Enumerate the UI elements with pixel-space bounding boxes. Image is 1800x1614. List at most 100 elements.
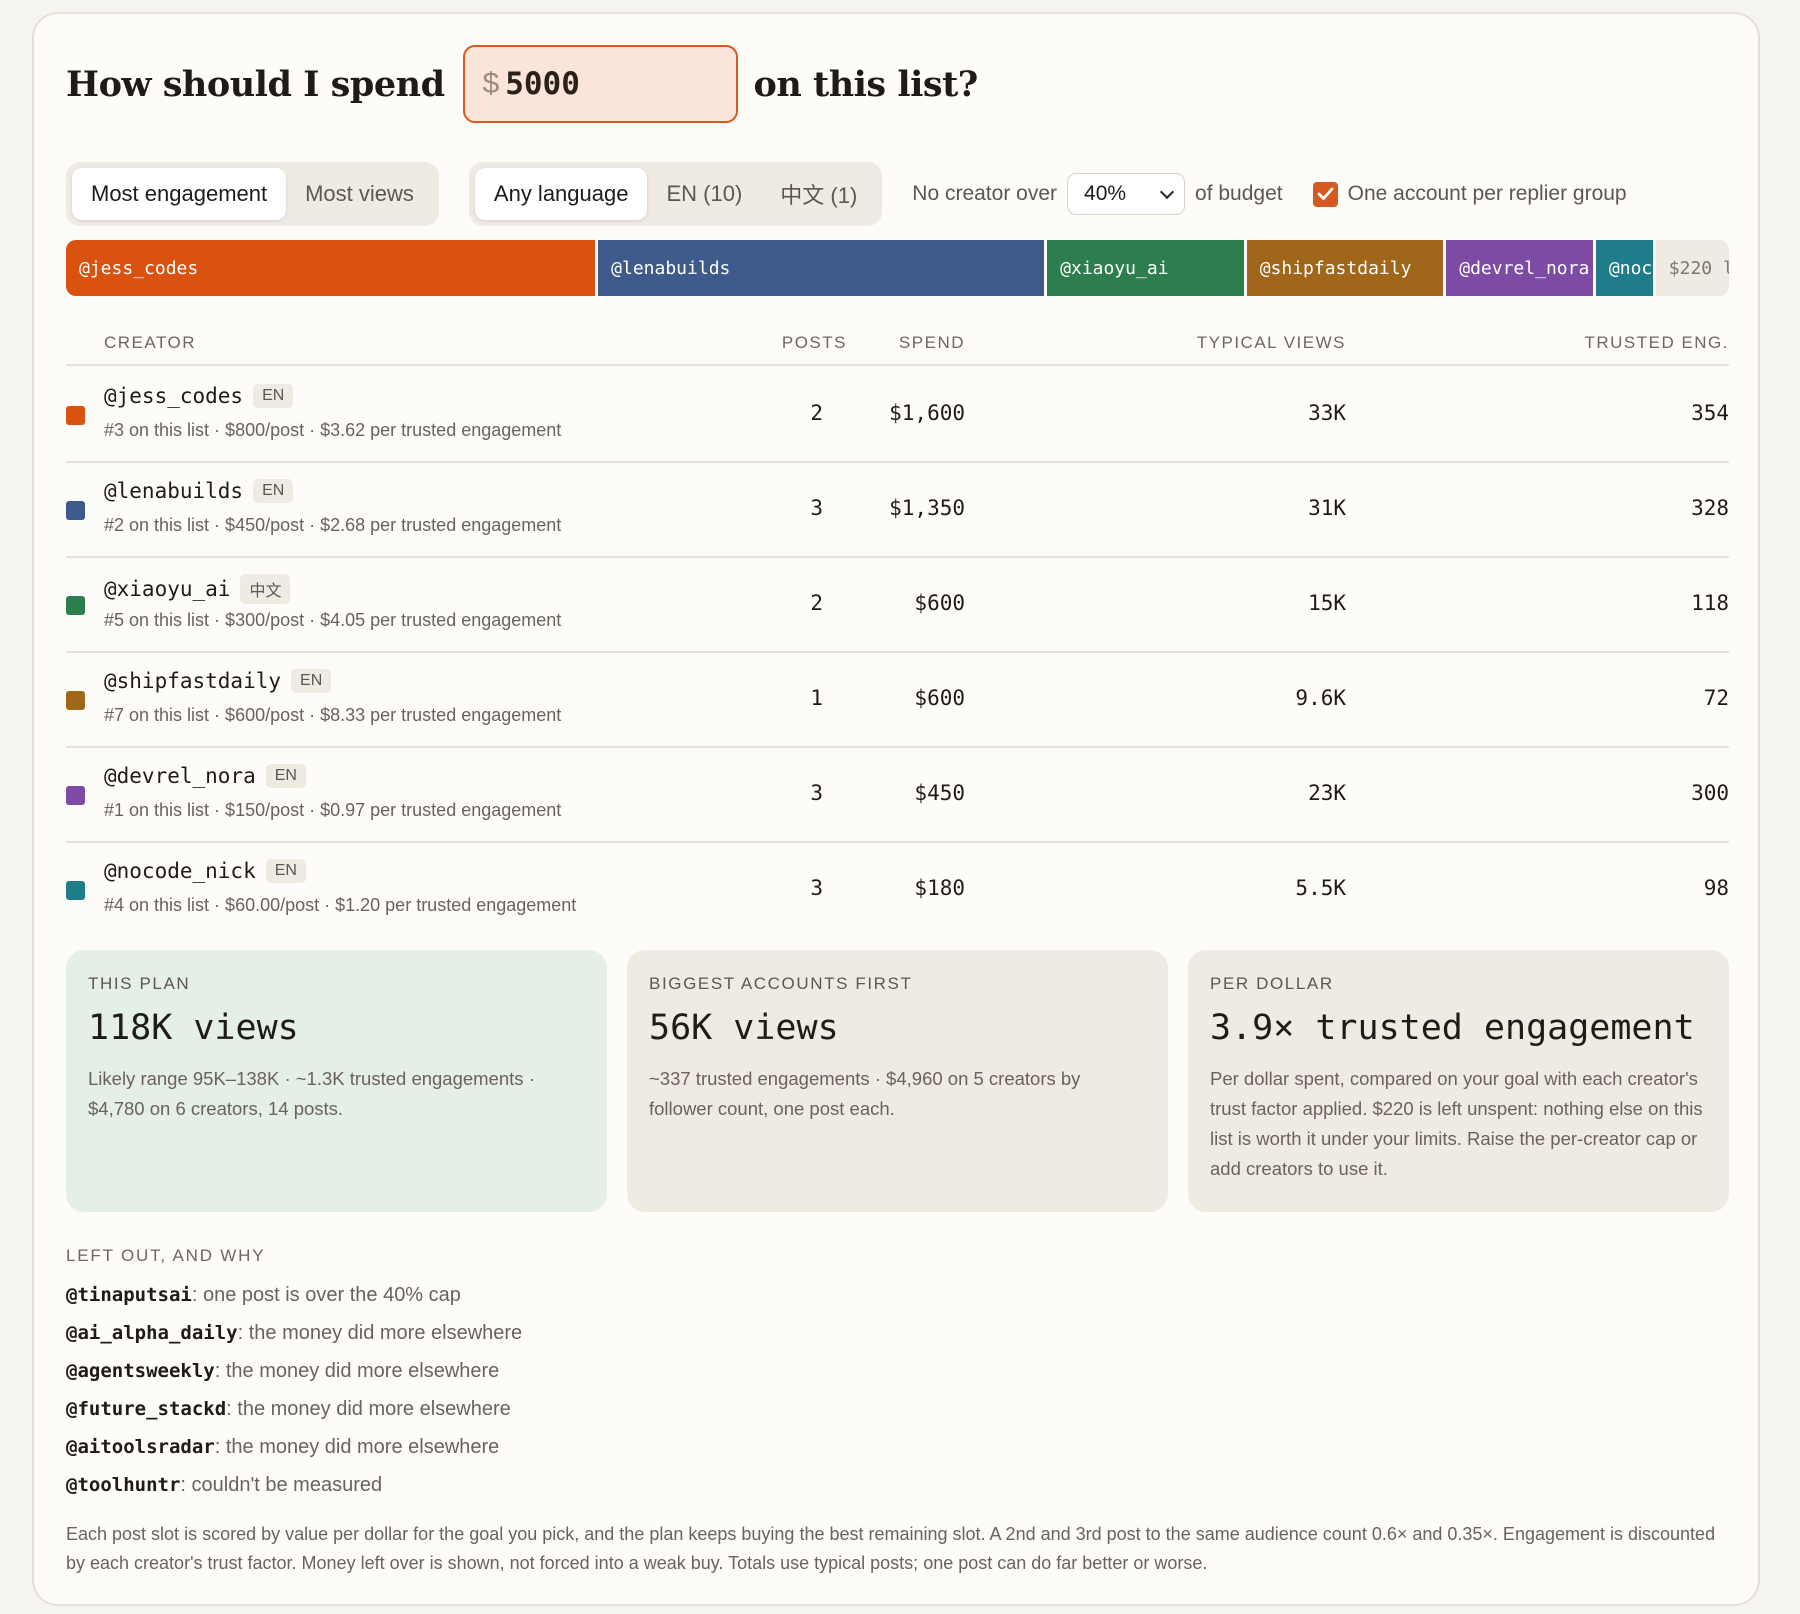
handle-text: @devrel_nora [104, 764, 256, 788]
engagement-value: 98 [1703, 876, 1729, 900]
color-swatch [66, 596, 85, 615]
handle-text: @jess_codes [104, 384, 244, 408]
left-out-handle[interactable]: @future_stackd [66, 1398, 226, 1420]
left-out-handle[interactable]: @agentsweekly [66, 1360, 215, 1382]
summary-card-per-dollar: PER DOLLAR 3.9× trusted engagement Per d… [1188, 950, 1729, 1212]
posts-value: 2 [810, 591, 823, 615]
budget-planner-card: How should I spend $ on this list? Most … [32, 12, 1760, 1606]
header-prefix: How should I spend [66, 63, 445, 105]
allocation-segment[interactable]: @devrel_nora [1446, 240, 1596, 296]
left-out-handle[interactable]: @ai_alpha_daily [66, 1322, 238, 1344]
goal-tab-most-engagement[interactable]: Most engagement [72, 168, 287, 220]
views-value: 31K [1308, 496, 1346, 520]
table-row[interactable]: @lenabuilds EN #2 on this list · $450/pos… [66, 463, 1729, 558]
summary-value: 56K views [649, 1008, 839, 1048]
col-spend: SPEND [898, 333, 965, 352]
spend-value: $450 [914, 781, 965, 805]
summary-description: Per dollar spent, compared on your goal … [1210, 1068, 1703, 1179]
one-account-toggle[interactable]: One account per replier group [1312, 181, 1627, 207]
summary-card-biggest-first: BIGGEST ACCOUNTS FIRST 56K views ~337 tr… [627, 950, 1168, 1212]
allocation-bar: @jess_codes @lenabuilds @xiaoyu_ai @shipfas… [66, 240, 1729, 296]
summary-card-this-plan: THIS PLAN 118K views Likely range 95K–13… [66, 950, 607, 1212]
chevron-down-icon [1159, 184, 1175, 199]
lang-tab-any[interactable]: Any language [474, 168, 648, 220]
left-out-reason: : the money did more elsewhere [226, 1397, 511, 1420]
table-row[interactable]: @jess_codes EN #3 on this list · $800/pos… [66, 368, 1729, 463]
summary-value: 118K views [88, 1008, 299, 1048]
left-out-handle[interactable]: @tinaputsai [66, 1284, 192, 1306]
summary-value: 3.9× trusted engagement [1210, 1008, 1695, 1048]
left-out-handle[interactable]: @aitoolsradar [66, 1436, 215, 1458]
header: How should I spend $ on this list? [66, 44, 978, 124]
posts-value: 2 [810, 401, 823, 425]
table-row[interactable]: @xiaoyu_ai 中文 #5 on this list · $300/post… [66, 558, 1729, 653]
list-item: @ai_alpha_daily: the money did more else… [66, 1314, 522, 1352]
allocation-segment[interactable]: @nocode_nick [1595, 240, 1656, 296]
creator-detail: #5 on this list · $300/post · $4.05 per … [104, 610, 562, 630]
color-swatch [66, 691, 85, 710]
col-posts: POSTS [781, 333, 847, 352]
budget-input[interactable] [505, 66, 706, 102]
summary-label: THIS PLAN [88, 974, 191, 993]
table-row[interactable]: @nocode_nick EN #4 on this list · $60.00/… [66, 843, 1729, 938]
allocation-segment[interactable]: @shipfastdaily [1246, 240, 1447, 296]
left-out-reason: : the money did more elsewhere [237, 1321, 523, 1344]
methodology-footnote: Each post slot is scored by value per do… [66, 1524, 1716, 1573]
creator-handle: @lenabuilds EN [104, 479, 294, 503]
posts-value: 3 [810, 781, 823, 805]
left-out-list: @tinaputsai: one post is over the 40% ca… [66, 1276, 522, 1504]
spend-value: $1,350 [889, 496, 965, 520]
engagement-value: 300 [1691, 781, 1729, 805]
creator-detail: #2 on this list · $450/post · $2.68 per … [104, 515, 562, 535]
left-out-reason: : the money did more elsewhere [214, 1359, 500, 1382]
left-out-reason: : one post is over the 40% cap [191, 1283, 461, 1306]
col-trusted-eng: TRUSTED ENG. [1584, 333, 1729, 352]
header-suffix: on this list? [753, 63, 979, 105]
allocation-segment[interactable]: @xiaoyu_ai [1047, 240, 1247, 296]
allocation-segment[interactable]: @lenabuilds [598, 240, 1048, 296]
views-value: 5.5K [1295, 876, 1346, 900]
currency-symbol: $ [482, 67, 500, 100]
engagement-value: 118 [1691, 591, 1729, 615]
left-out-handle[interactable]: @toolhuntr [66, 1474, 180, 1496]
creator-detail: #3 on this list · $800/post · $3.62 per … [104, 420, 562, 440]
cap-select[interactable]: 40% [1067, 173, 1186, 215]
goal-toggle: Most engagement Most views [66, 162, 439, 226]
creator-handle: @nocode_nick EN [104, 859, 306, 883]
budget-field[interactable]: $ [462, 45, 738, 123]
language-toggle: Any language EN (10) 中文 (1) [468, 162, 883, 226]
controls-row: Most engagement Most views Any language … [66, 162, 1627, 226]
views-value: 23K [1308, 781, 1346, 805]
handle-text: @xiaoyu_ai [104, 577, 231, 601]
col-creator: CREATOR [104, 333, 197, 352]
col-typical-views: TYPICAL VIEWS [1196, 333, 1346, 352]
cap-prefix: No creator over [912, 182, 1058, 205]
language-badge: EN [265, 764, 306, 788]
creator-handle: @devrel_nora EN [104, 764, 306, 788]
creator-detail: #4 on this list · $60.00/post · $1.20 pe… [104, 895, 577, 915]
left-out-reason: : couldn't be measured [180, 1473, 383, 1496]
list-item: @future_stackd: the money did more elsew… [66, 1390, 522, 1428]
table-row[interactable]: @devrel_nora EN #1 on this list · $150/po… [66, 748, 1729, 843]
goal-tab-most-views[interactable]: Most views [286, 168, 433, 220]
creator-detail: #7 on this list · $600/post · $8.33 per … [104, 705, 562, 725]
list-item: @agentsweekly: the money did more elsewh… [66, 1352, 522, 1390]
language-badge: EN [291, 669, 332, 693]
posts-value: 3 [810, 496, 823, 520]
cap-suffix: of budget [1195, 182, 1283, 205]
spend-value: $1,600 [889, 401, 965, 425]
lang-tab-en[interactable]: EN (10) [647, 168, 761, 220]
color-swatch [66, 786, 85, 805]
handle-text: @shipfastdaily [104, 669, 282, 693]
table-row[interactable]: @shipfastdaily EN #7 on this list · $600/… [66, 653, 1729, 748]
list-item: @aitoolsradar: the money did more elsewh… [66, 1428, 522, 1466]
creator-detail: #1 on this list · $150/post · $0.97 per … [104, 800, 562, 820]
language-badge: EN [253, 384, 294, 408]
creator-handle: @shipfastdaily EN [104, 669, 332, 693]
engagement-value: 328 [1691, 496, 1729, 520]
one-account-checkbox[interactable] [1312, 181, 1338, 207]
allocation-segment[interactable]: @jess_codes [66, 240, 599, 296]
lang-tab-zh[interactable]: 中文 (1) [761, 168, 876, 220]
posts-value: 3 [810, 876, 823, 900]
creator-handle: @jess_codes EN [104, 384, 294, 408]
